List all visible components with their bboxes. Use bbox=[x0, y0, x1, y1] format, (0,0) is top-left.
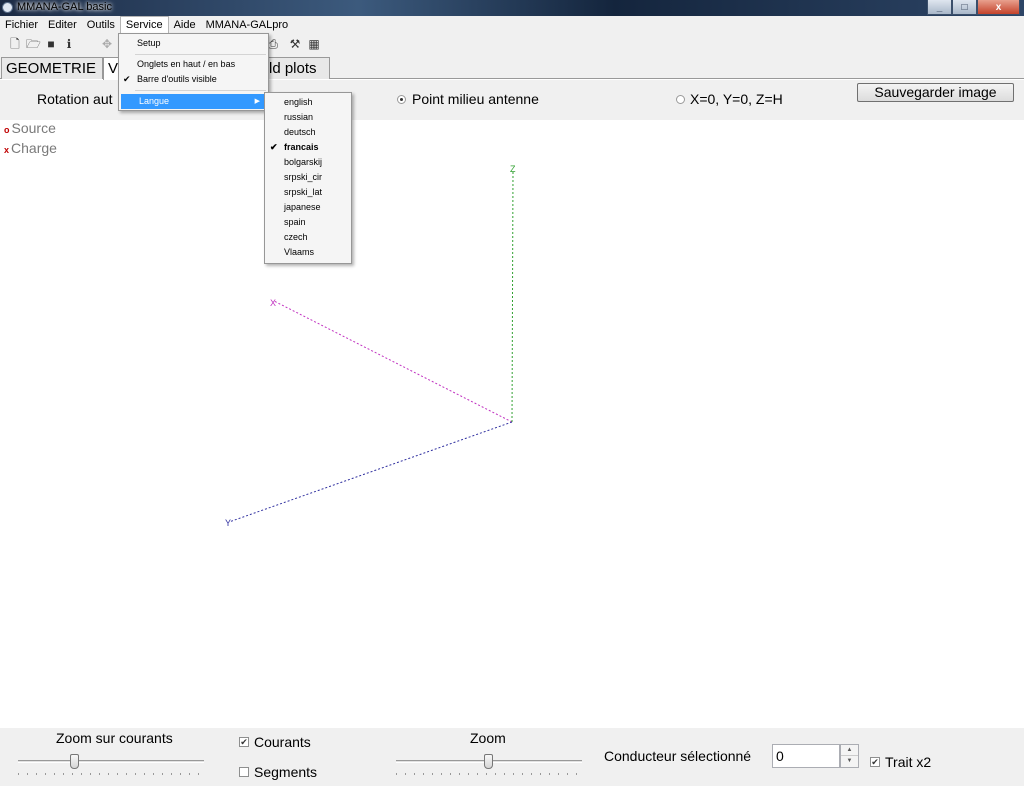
midpoint-label[interactable]: Point milieu antenne bbox=[412, 91, 539, 107]
y-axis-label: Y bbox=[225, 518, 231, 528]
radio-origin[interactable] bbox=[676, 95, 685, 104]
bottom-panel: Zoom sur courants ✔ Courants Segments Zo… bbox=[0, 728, 1024, 786]
language-item-vlaams[interactable]: Vlaams bbox=[265, 245, 351, 260]
zoom-currents-ticks bbox=[18, 773, 204, 775]
move-icon[interactable]: ✥ bbox=[100, 37, 114, 51]
tab-geometrie[interactable]: GEOMETRIE bbox=[1, 57, 103, 79]
open-folder-icon[interactable]: 🗁 bbox=[26, 37, 41, 51]
courants-label[interactable]: Courants bbox=[254, 734, 311, 750]
save-image-button[interactable]: Sauvegarder image bbox=[857, 83, 1014, 102]
zoom-slider[interactable] bbox=[484, 754, 493, 769]
save-icon[interactable]: ■ bbox=[44, 37, 58, 51]
restore-button[interactable]: □ bbox=[952, 0, 977, 15]
minimize-button[interactable]: _ bbox=[927, 0, 952, 15]
origin-label[interactable]: X=0, Y=0, Z=H bbox=[690, 91, 783, 107]
language-item-english[interactable]: english bbox=[265, 95, 351, 110]
axes-svg: X Y Z bbox=[225, 164, 516, 528]
language-item-srpski-cir[interactable]: srpski_cir bbox=[265, 170, 351, 185]
trait-x2-checkbox[interactable]: ✔ bbox=[870, 757, 880, 767]
spin-down-icon[interactable]: ▼ bbox=[841, 756, 858, 767]
menu-aide[interactable]: Aide bbox=[169, 16, 201, 34]
close-button[interactable]: x bbox=[977, 0, 1020, 15]
language-item-francais[interactable]: ✔ francais bbox=[265, 140, 351, 155]
courants-checkbox[interactable]: ✔ bbox=[239, 737, 249, 747]
check-icon: ✔ bbox=[270, 142, 278, 152]
language-item-srpski-lat[interactable]: srpski_lat bbox=[265, 185, 351, 200]
zoom-ticks bbox=[396, 773, 582, 775]
new-file-icon[interactable]: 🗋 bbox=[8, 37, 22, 51]
close-icon: x bbox=[995, 1, 1002, 13]
menu-editer[interactable]: Editer bbox=[43, 16, 82, 34]
tools-icon[interactable]: ⚒ bbox=[288, 37, 302, 51]
selected-conductor-label: Conducteur sélectionné bbox=[604, 748, 752, 764]
menu-bar: Fichier Editer Outils Service Aide MMANA… bbox=[0, 16, 1024, 34]
segments-label[interactable]: Segments bbox=[254, 764, 317, 780]
zoom-currents-label: Zoom sur courants bbox=[56, 730, 173, 746]
menu-separator bbox=[135, 90, 266, 91]
menu-fichier[interactable]: Fichier bbox=[0, 16, 43, 34]
segments-checkbox[interactable] bbox=[239, 767, 249, 777]
language-item-bolgarskij[interactable]: bolgarskij bbox=[265, 155, 351, 170]
window-title: MMANA-GAL basic bbox=[17, 1, 112, 13]
menu-item-langue[interactable]: Langue ▶ bbox=[121, 94, 266, 109]
rotation-label[interactable]: Rotation aut bbox=[37, 91, 113, 107]
menu-item-tabs-position[interactable]: Onglets en haut / en bas bbox=[119, 57, 268, 72]
app-icon bbox=[2, 2, 13, 13]
trait-x2-label[interactable]: Trait x2 bbox=[885, 754, 931, 770]
menu-outils[interactable]: Outils bbox=[82, 16, 120, 34]
restore-icon: □ bbox=[961, 1, 968, 13]
zoom-label: Zoom bbox=[470, 730, 506, 746]
minimize-icon: _ bbox=[936, 1, 943, 13]
menu-item-setup[interactable]: Setup bbox=[119, 36, 268, 51]
zoom-currents-track[interactable] bbox=[18, 760, 204, 763]
tab-field-plots[interactable]: ld plots bbox=[264, 57, 330, 79]
submenu-arrow-icon: ▶ bbox=[254, 98, 260, 105]
language-item-spain[interactable]: spain bbox=[265, 215, 351, 230]
radio-midpoint[interactable] bbox=[397, 95, 406, 104]
toolbar-visible-label: Barre d'outils visible bbox=[137, 74, 217, 84]
zoom-currents-slider[interactable] bbox=[70, 754, 79, 769]
z-axis-label: Z bbox=[510, 164, 516, 174]
selected-conductor-input[interactable]: 0 bbox=[772, 744, 840, 768]
window-controls: _ □ x bbox=[927, 0, 1020, 15]
menu-mmana-galpro[interactable]: MMANA-GALpro bbox=[201, 16, 294, 34]
antenna-view-canvas[interactable]: o Source x Charge X Y Z bbox=[0, 120, 1024, 728]
x-axis-label: X bbox=[270, 298, 276, 308]
check-icon: ✔ bbox=[123, 74, 131, 84]
language-item-russian[interactable]: russian bbox=[265, 110, 351, 125]
x-axis-line bbox=[273, 300, 513, 423]
conductor-spinner[interactable]: ▲ ▼ bbox=[840, 744, 859, 768]
title-bar: MMANA-GAL basic _ □ x bbox=[0, 0, 1024, 16]
language-submenu: english russian deutsch ✔ francais bolgar… bbox=[264, 92, 352, 264]
service-menu: Setup Onglets en haut / en bas ✔ Barre d'… bbox=[118, 33, 269, 111]
langue-label: Langue bbox=[139, 96, 170, 106]
language-item-czech[interactable]: czech bbox=[265, 230, 351, 245]
info-icon[interactable]: ℹ bbox=[62, 37, 76, 51]
menu-separator bbox=[135, 54, 266, 55]
y-axis-line bbox=[228, 421, 513, 523]
calculator-icon[interactable]: ▦ bbox=[307, 37, 321, 51]
z-axis-line bbox=[511, 169, 514, 423]
menu-item-toolbar-visible[interactable]: ✔ Barre d'outils visible bbox=[119, 72, 268, 87]
language-item-japanese[interactable]: japanese bbox=[265, 200, 351, 215]
language-item-deutsch[interactable]: deutsch bbox=[265, 125, 351, 140]
spin-up-icon[interactable]: ▲ bbox=[841, 745, 858, 756]
menu-service[interactable]: Service bbox=[119, 16, 169, 34]
francais-label: francais bbox=[284, 142, 319, 152]
